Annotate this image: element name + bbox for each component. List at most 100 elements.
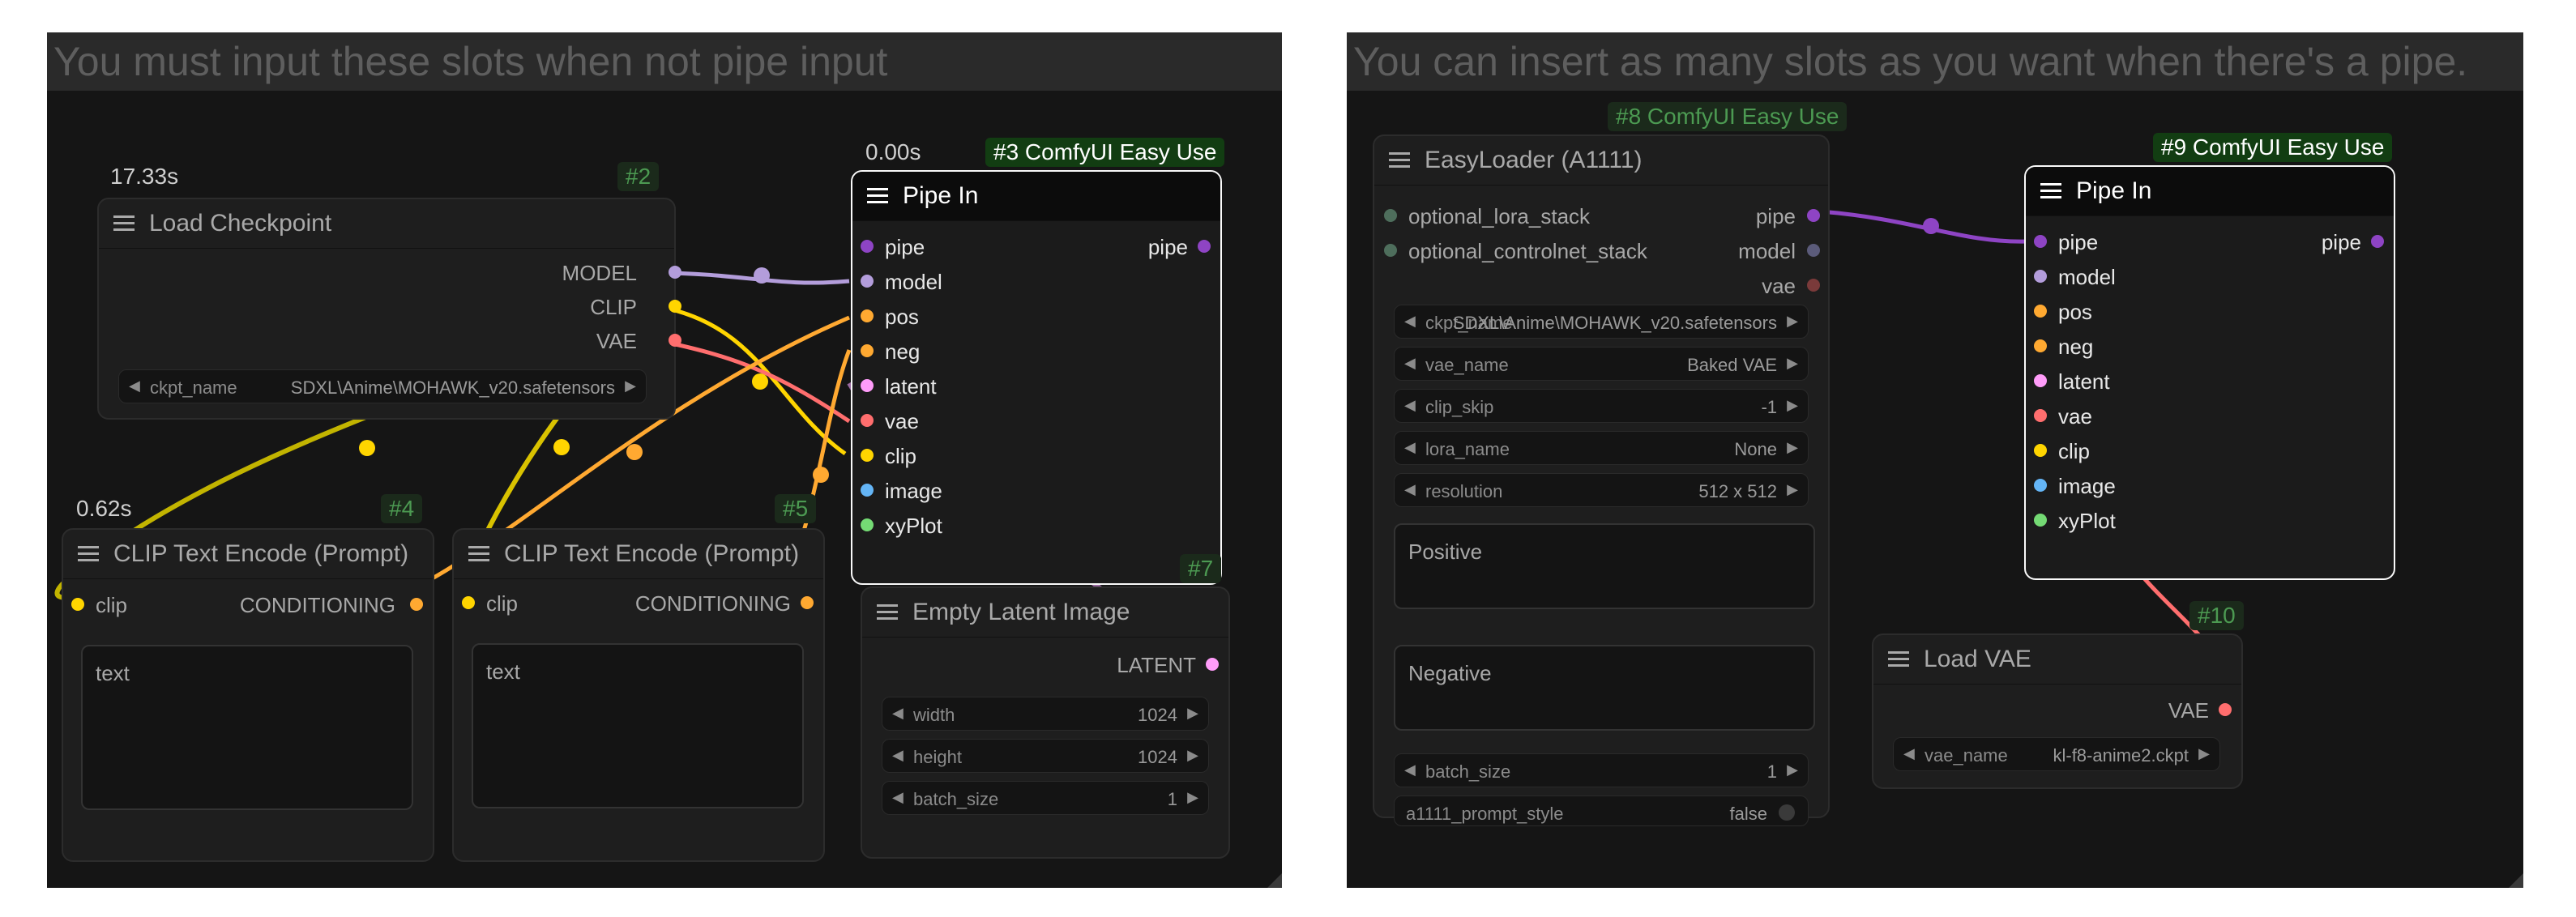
graph-canvas-left[interactable]: You must input these slots when not pipe… (47, 32, 1282, 888)
input-dot-lora-stack[interactable] (1384, 209, 1397, 222)
input-dot-pos[interactable] (2034, 305, 2047, 318)
output-dot-vae[interactable] (2219, 703, 2232, 716)
node-header[interactable]: Pipe In (2026, 167, 2394, 216)
arrow-right-icon[interactable]: ▶ (1787, 355, 1798, 372)
input-dot-xyplot[interactable] (2034, 514, 2047, 527)
toggle-icon[interactable] (1779, 804, 1795, 821)
arrow-left-icon[interactable]: ◀ (1404, 313, 1416, 330)
pipe-in-node[interactable]: Pipe In pipe model pos neg latent vae cl… (851, 170, 1222, 585)
hamburger-menu-icon[interactable] (2040, 183, 2061, 199)
input-dot-neg[interactable] (2034, 339, 2047, 352)
arrow-right-icon[interactable]: ▶ (1187, 789, 1198, 806)
arrow-right-icon[interactable]: ▶ (1187, 705, 1198, 722)
vae-name-combo[interactable]: ◀ vae_name Baked VAE ▶ (1394, 347, 1809, 381)
load-vae-node[interactable]: Load VAE VAE ◀ vae_name kl-f8-anime2.ckp… (1872, 633, 2243, 789)
a1111-prompt-style-toggle[interactable]: a1111_prompt_style false (1394, 795, 1809, 826)
arrow-right-icon[interactable]: ▶ (1187, 747, 1198, 764)
input-dot-vae[interactable] (861, 414, 874, 427)
output-dot-vae[interactable] (669, 334, 681, 347)
output-dot-latent[interactable] (1206, 658, 1219, 671)
easy-loader-node[interactable]: EasyLoader (A1111) optional_lora_stack o… (1373, 134, 1830, 826)
output-dot-pipe[interactable] (1198, 240, 1211, 253)
input-dot-model[interactable] (861, 275, 874, 288)
input-dot-pos[interactable] (861, 309, 874, 322)
arrow-left-icon[interactable]: ◀ (129, 377, 140, 395)
resolution-combo[interactable]: ◀ resolution 512 x 512 ▶ (1394, 473, 1809, 507)
output-dot-model[interactable] (1807, 244, 1820, 257)
node-header[interactable]: EasyLoader (A1111) (1374, 136, 1828, 186)
resize-handle-icon[interactable] (2509, 873, 2523, 888)
input-dot-clip[interactable] (861, 449, 874, 462)
node-header[interactable]: Load VAE (1873, 635, 2241, 685)
input-dot-model[interactable] (2034, 270, 2047, 283)
hamburger-menu-icon[interactable] (1888, 651, 1909, 667)
hamburger-menu-icon[interactable] (1389, 152, 1410, 168)
input-dot-latent[interactable] (861, 379, 874, 392)
node-header[interactable]: CLIP Text Encode (Prompt) (454, 530, 823, 579)
arrow-left-icon[interactable]: ◀ (1404, 355, 1416, 372)
output-dot-pipe[interactable] (2371, 235, 2384, 248)
hamburger-menu-icon[interactable] (867, 188, 888, 204)
output-dot-conditioning[interactable] (410, 598, 423, 611)
text-input[interactable]: text (81, 645, 413, 810)
input-dot-pipe[interactable] (2034, 235, 2047, 248)
arrow-right-icon[interactable]: ▶ (1787, 761, 1798, 778)
arrow-right-icon[interactable]: ▶ (1787, 397, 1798, 414)
pipe-in-node[interactable]: Pipe In pipe model pos neg latent vae cl… (2024, 165, 2395, 580)
input-dot-vae[interactable] (2034, 409, 2047, 422)
arrow-right-icon[interactable]: ▶ (1787, 481, 1798, 498)
arrow-left-icon[interactable]: ◀ (892, 705, 904, 722)
output-dot-conditioning[interactable] (801, 596, 814, 609)
positive-prompt-input[interactable]: Positive (1394, 523, 1815, 609)
resize-handle-icon[interactable] (1267, 873, 1282, 888)
output-dot-vae[interactable] (1807, 279, 1820, 292)
node-header[interactable]: CLIP Text Encode (Prompt) (63, 530, 433, 579)
hamburger-menu-icon[interactable] (113, 215, 135, 232)
arrow-right-icon[interactable]: ▶ (1787, 439, 1798, 456)
input-dot-clip[interactable] (71, 598, 84, 611)
output-dot-model[interactable] (669, 266, 681, 279)
arrow-left-icon[interactable]: ◀ (1404, 439, 1416, 456)
arrow-right-icon[interactable]: ▶ (625, 377, 636, 395)
batch-size-number[interactable]: ◀ batch_size 1 ▶ (882, 781, 1209, 815)
input-dot-neg[interactable] (861, 344, 874, 357)
arrow-left-icon[interactable]: ◀ (892, 747, 904, 764)
batch-size-number[interactable]: ◀ batch_size 1 ▶ (1394, 753, 1809, 787)
input-dot-pipe[interactable] (861, 240, 874, 253)
arrow-left-icon[interactable]: ◀ (892, 789, 904, 806)
clip-text-encode-node[interactable]: CLIP Text Encode (Prompt) clip CONDITION… (452, 528, 825, 862)
graph-canvas-right[interactable]: You can insert as many slots as you want… (1347, 32, 2523, 888)
hamburger-menu-icon[interactable] (877, 604, 898, 621)
arrow-right-icon[interactable]: ▶ (2198, 745, 2210, 762)
input-dot-clip[interactable] (2034, 444, 2047, 457)
input-dot-image[interactable] (861, 484, 874, 497)
arrow-left-icon[interactable]: ◀ (1903, 745, 1915, 762)
input-dot-xyplot[interactable] (861, 518, 874, 531)
input-dot-image[interactable] (2034, 479, 2047, 492)
height-number[interactable]: ◀ height 1024 ▶ (882, 739, 1209, 773)
arrow-left-icon[interactable]: ◀ (1404, 481, 1416, 498)
ckpt-name-combo[interactable]: ◀ ckpt_name SDXL\Anime\MOHAWK_v20.safete… (118, 369, 647, 403)
negative-prompt-input[interactable]: Negative (1394, 645, 1815, 731)
input-dot-controlnet-stack[interactable] (1384, 244, 1397, 257)
clip-text-encode-node[interactable]: CLIP Text Encode (Prompt) clip CONDITION… (62, 528, 434, 862)
vae-name-combo[interactable]: ◀ vae_name kl-f8-anime2.ckpt ▶ (1893, 737, 2220, 771)
lora-name-combo[interactable]: ◀ lora_name None ▶ (1394, 431, 1809, 465)
text-input[interactable]: text (472, 643, 804, 808)
node-header[interactable]: Empty Latent Image (862, 588, 1228, 638)
hamburger-menu-icon[interactable] (78, 546, 99, 562)
output-dot-clip[interactable] (669, 300, 681, 313)
output-dot-pipe[interactable] (1807, 209, 1820, 222)
ckpt-name-combo[interactable]: ◀ ckpt_name SDXL\Anime\MOHAWK_v20.safete… (1394, 305, 1809, 339)
node-header[interactable]: Pipe In (852, 172, 1220, 221)
input-dot-clip[interactable] (462, 596, 475, 609)
load-checkpoint-node[interactable]: Load Checkpoint MODEL CLIP VAE ◀ ckpt_na… (97, 198, 681, 420)
arrow-left-icon[interactable]: ◀ (1404, 397, 1416, 414)
width-number[interactable]: ◀ width 1024 ▶ (882, 697, 1209, 731)
empty-latent-image-node[interactable]: Empty Latent Image LATENT ◀ width 1024 ▶… (861, 586, 1230, 859)
clip-skip-number[interactable]: ◀ clip_skip -1 ▶ (1394, 389, 1809, 423)
arrow-left-icon[interactable]: ◀ (1404, 761, 1416, 778)
input-dot-latent[interactable] (2034, 374, 2047, 387)
hamburger-menu-icon[interactable] (468, 546, 489, 562)
arrow-right-icon[interactable]: ▶ (1787, 313, 1798, 330)
